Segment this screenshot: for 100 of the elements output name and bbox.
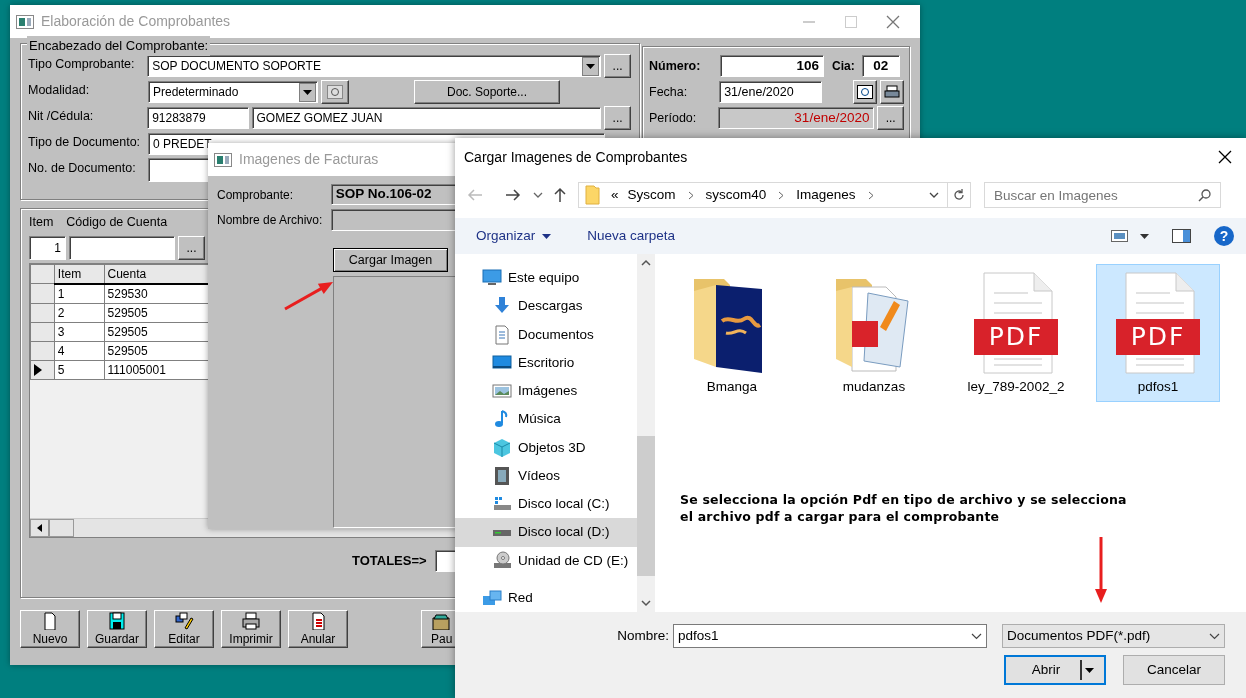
folder-icon <box>431 612 451 630</box>
combo-box[interactable]: Predeterminado <box>148 81 318 103</box>
magnifier-icon <box>857 85 873 99</box>
combo-box[interactable]: SOP DOCUMENTO SOPORTE <box>147 55 602 77</box>
field-label: Período: <box>649 109 698 127</box>
ellipsis-button[interactable]: ... <box>178 235 205 260</box>
text-field[interactable] <box>69 235 175 260</box>
pdf-label: PDF <box>987 322 1045 352</box>
toolbar-button[interactable]: Imprimir <box>221 610 281 648</box>
print-button[interactable] <box>880 80 904 104</box>
field-label: Modalidad: <box>28 82 91 99</box>
sidebar-item[interactable]: Vídeos <box>455 461 637 491</box>
field-label: Nombre: <box>617 626 669 645</box>
refresh-icon <box>953 189 965 201</box>
file-item[interactable]: mudanzas <box>812 264 936 402</box>
organize-menu[interactable]: Organizar <box>476 225 552 247</box>
pencil-icon <box>174 612 194 630</box>
load-image-button[interactable]: Cargar Imagen <box>333 248 448 272</box>
text-field[interactable]: 1 <box>29 235 66 260</box>
ellipsis-button[interactable]: ... <box>604 106 631 130</box>
toolbar-button[interactable]: Guardar <box>87 610 147 648</box>
toolbar-button[interactable]: Editar <box>154 610 214 648</box>
toolbar-button[interactable]: Anular <box>288 610 348 648</box>
search-field[interactable]: Buscar en Imagenes <box>984 182 1221 208</box>
field-label: Comprobante: <box>217 186 295 204</box>
column-label: Código de Cuenta <box>66 214 168 231</box>
forward-arrow-icon[interactable] <box>505 188 521 202</box>
row-pointer-icon <box>34 363 42 376</box>
chevron-down-icon[interactable] <box>929 191 939 199</box>
cancel-button[interactable]: Cancelar <box>1123 655 1225 685</box>
window-title: Imagenes de Facturas <box>239 150 379 169</box>
caret-icon[interactable] <box>1140 233 1149 239</box>
chevron-right-icon <box>778 190 785 200</box>
annotation-text: Se selecciona la opción Pdf en tipo de archivo y se selecciona el archivo pdf a cargar para el comprobante <box>680 491 1127 525</box>
sidebar-item[interactable]: Unidad de CD (E:) <box>455 546 637 575</box>
field-label: Tipo de Documento: <box>28 134 142 151</box>
field-label: Nombre de Archivo: <box>217 212 324 229</box>
sidebar-item[interactable]: Descargas <box>455 292 637 321</box>
new-folder-button[interactable]: Nueva carpeta <box>587 225 676 247</box>
file-item[interactable]: PDF pdfos1 <box>1096 264 1220 402</box>
chevron-down-icon[interactable] <box>533 191 543 199</box>
column-header: Item <box>54 264 105 284</box>
sidebar-item[interactable]: Este equipo <box>455 264 637 293</box>
file-item[interactable]: PDF ley_789-2002_2 <box>954 264 1078 402</box>
toolbar-button[interactable]: Nuevo <box>20 610 80 648</box>
file-name-combo[interactable]: pdfos1 <box>673 624 987 648</box>
up-arrow-icon[interactable] <box>553 187 567 203</box>
path-overflow[interactable]: « <box>611 184 619 206</box>
period-field: 31/ene/2020 <box>718 107 875 129</box>
address-bar[interactable]: « Syscom syscom40 Imagenes <box>578 182 971 208</box>
cube-icon <box>492 437 512 458</box>
sidebar-item[interactable]: Red <box>455 583 637 613</box>
group-title: Encabezado del Comprobante: <box>27 36 211 56</box>
window-title: Cargar Imagenes de Comprobantes <box>464 147 688 167</box>
chevron-right-icon <box>867 190 874 200</box>
preview-button[interactable] <box>853 80 877 104</box>
breadcrumb[interactable]: Syscom <box>627 184 676 206</box>
vertical-scrollbar[interactable] <box>637 254 655 612</box>
field-label: Tipo Comprobante: <box>28 56 136 73</box>
breadcrumb[interactable]: syscom40 <box>705 184 767 206</box>
scroll-left-icon[interactable] <box>30 518 49 537</box>
lookup-button[interactable] <box>321 80 349 104</box>
chevron-down-icon <box>1209 632 1220 640</box>
text-field[interactable]: 31/ene/2020 <box>719 81 822 103</box>
chevron-down-icon <box>971 632 982 640</box>
file-item[interactable]: Bmanga <box>670 264 794 402</box>
open-button[interactable]: Abrir <box>1004 655 1106 685</box>
sidebar-item[interactable]: Disco local (D:) <box>455 518 637 547</box>
caret-icon <box>1085 667 1094 673</box>
network-icon <box>482 587 502 608</box>
printer-icon <box>884 85 900 99</box>
text-field[interactable]: 106 <box>720 55 824 77</box>
close-icon[interactable] <box>1218 150 1232 164</box>
breadcrumb[interactable]: Imagenes <box>796 184 856 206</box>
doc-soporte-button[interactable]: Doc. Soporte... <box>414 80 560 104</box>
field-label: Nit /Cédula: <box>28 108 95 125</box>
magnifier-icon <box>327 85 343 99</box>
column-header: Cuenta <box>104 264 209 284</box>
chevron-right-icon <box>687 190 694 200</box>
text-field[interactable]: 91283879 <box>147 107 249 129</box>
ellipsis-button[interactable]: ... <box>604 54 631 78</box>
sidebar-item[interactable]: Imágenes <box>455 377 637 406</box>
view-icon[interactable] <box>1111 230 1128 242</box>
ellipsis-button[interactable]: ... <box>877 106 904 130</box>
sidebar-item[interactable]: Disco local (C:) <box>455 490 637 519</box>
text-field[interactable]: GOMEZ GOMEZ JUAN <box>251 107 602 129</box>
sidebar-item[interactable]: Objetos 3D <box>455 433 637 462</box>
sidebar-item[interactable]: Música <box>455 405 637 434</box>
window-icon <box>16 14 34 29</box>
window-title: Elaboración de Comprobantes <box>41 12 231 31</box>
folder-icon <box>585 185 600 205</box>
help-button[interactable]: ? <box>1214 226 1234 246</box>
sidebar-item[interactable]: Escritorio <box>455 348 637 378</box>
preview-pane-icon[interactable] <box>1172 229 1191 243</box>
text-field[interactable]: 02 <box>861 55 900 77</box>
field-label: No. de Documento: <box>28 160 137 177</box>
scroll-thumb[interactable] <box>637 436 655 576</box>
scroll-thumb[interactable] <box>49 518 74 537</box>
sidebar-item[interactable]: Documentos <box>455 320 637 349</box>
file-type-combo[interactable]: Documentos PDF(*.pdf) <box>1002 624 1225 648</box>
